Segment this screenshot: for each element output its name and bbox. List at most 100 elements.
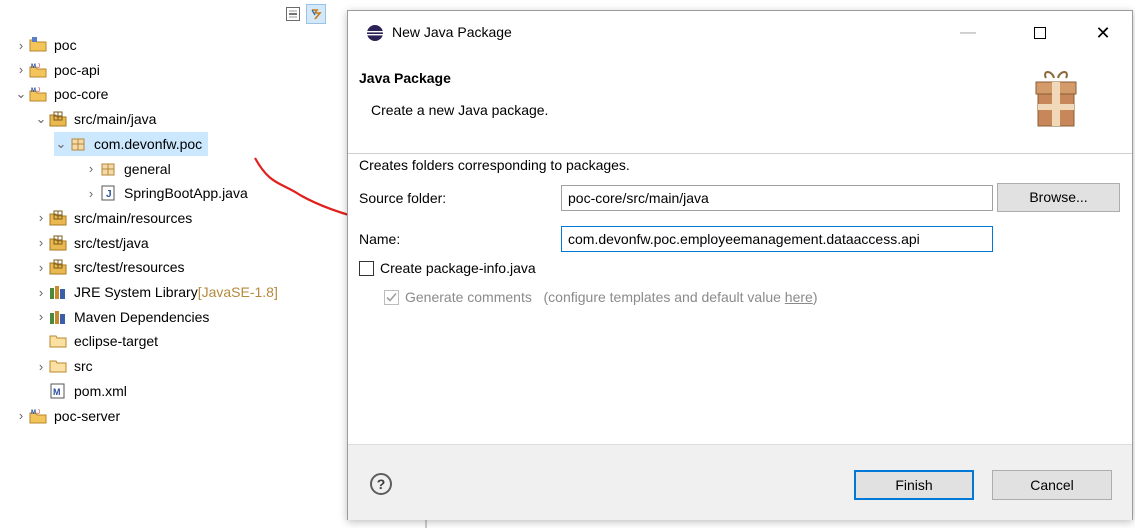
tree-item[interactable]: › poc [14,33,77,57]
chevron-right-icon[interactable]: › [34,210,48,225]
create-package-info-label: Create package-info.java [380,260,536,276]
dialog-titlebar[interactable]: New Java Package — ✕ [348,11,1132,55]
chevron-right-icon[interactable]: › [84,161,98,176]
tree-item[interactable]: eclipse-target [34,329,158,353]
chevron-right-icon[interactable]: › [34,359,48,374]
generate-comments-note: (configure templates and default value [543,289,785,305]
tree-item-label: SpringBootApp.java [124,185,248,202]
tree-item[interactable]: › src/test/java [34,231,149,255]
generate-comments-close: ) [812,289,818,305]
chevron-right-icon[interactable]: › [14,38,28,53]
tree-item[interactable]: › JRE System Library [JavaSE-1.8] [34,280,278,304]
checkmark-icon [386,292,397,302]
banner-subtitle: Create a new Java package. [371,102,549,118]
tree-item-label: eclipse-target [74,333,159,350]
maximize-button[interactable] [1020,21,1060,45]
banner-title: Java Package [359,70,451,86]
source-folder-field[interactable]: poc-core/src/main/java [561,185,993,211]
name-label: Name: [359,231,401,247]
chevron-down-icon[interactable]: ⌄ [54,136,68,152]
tree-item[interactable]: ⌄ com.devonfw.poc [54,131,209,156]
library-icon [48,283,68,301]
tree-item[interactable]: › src [34,354,93,378]
chevron-right-icon[interactable]: › [34,309,48,324]
package-explorer: › poc › M Jpoc-api ⌄ M Jpoc-core ⌄ src/main/java ⌄… [0,0,345,528]
tree-item[interactable]: › general [84,157,171,181]
source-folder-icon [48,234,68,252]
dialog-footer: ? Finish Cancel [348,444,1132,520]
maven-project-icon: MJ [28,61,48,79]
tree-item[interactable]: › src/test/resources [34,255,185,279]
collapse-all-icon[interactable] [283,4,303,24]
generate-comments-checkbox [384,290,399,305]
library-icon [48,308,68,326]
tree-item-label: src/test/resources [74,259,185,276]
chevron-right-icon[interactable]: › [84,186,98,201]
tree-item-label: JRE System Library [74,284,198,300]
link-with-editor-icon[interactable] [306,4,326,24]
svg-text:J: J [37,410,40,416]
close-button[interactable]: ✕ [1083,21,1123,45]
package-wizard-icon [1035,71,1077,127]
tree-item[interactable]: › M Jpoc-server [14,404,120,428]
eclipse-icon [367,25,383,41]
wizard-banner: Java Package Create a new Java package. [348,55,1132,154]
configure-templates-link[interactable]: here [785,289,813,305]
tree-item[interactable]: › src/main/resources [34,206,192,230]
name-field[interactable]: com.devonfw.poc.employeemanagement.dataa… [561,226,993,252]
svg-text:J: J [37,88,40,94]
new-java-package-dialog: New Java Package — ✕ Java Package Create… [347,10,1133,520]
chevron-down-icon[interactable]: ⌄ [14,86,28,102]
svg-text:J: J [106,189,112,200]
svg-text:M: M [31,64,36,70]
tree-item-label: poc-api [54,61,100,78]
chevron-down-icon[interactable]: ⌄ [34,111,48,127]
svg-text:J: J [37,64,40,70]
tree-item-label: poc [54,37,77,53]
chevron-right-icon[interactable]: › [14,62,28,77]
dialog-title: New Java Package [392,24,512,40]
chevron-right-icon[interactable]: › [34,235,48,250]
wizard-description: Creates folders corresponding to package… [359,157,630,173]
tree-item-suffix: [JavaSE-1.8] [197,284,278,300]
chevron-right-icon[interactable]: › [34,260,48,275]
maven-project-icon: MJ [28,85,48,103]
tree-item[interactable]: ⌄ M Jpoc-core [14,82,109,106]
tree-item[interactable]: Mpom.xml [34,379,127,403]
explorer-toolbar [0,0,345,30]
tree-item-label: src/main/resources [74,209,193,226]
folder-icon [48,332,68,350]
tree-item[interactable]: › M Jpoc-api [14,58,100,82]
svg-text:M: M [31,410,36,416]
package-icon [68,135,88,153]
tree-item[interactable]: ⌄ src/main/java [34,107,157,131]
minimize-button[interactable]: — [948,21,988,45]
chevron-right-icon[interactable]: › [14,408,28,423]
svg-text:M: M [53,387,61,397]
tree-item-label: src [74,358,93,375]
tree-item-label: general [124,160,171,177]
source-folder-icon [48,209,68,227]
tree-item-label: poc-server [54,407,121,424]
source-folder-icon [48,258,68,276]
tree-item-label: pom.xml [74,382,127,399]
tree-item-label: src/main/java [74,111,157,128]
generate-comments-label: Generate comments [405,289,532,305]
chevron-right-icon[interactable]: › [34,285,48,300]
maven-file-icon: M [48,382,68,400]
finish-button[interactable]: Finish [854,470,974,500]
cancel-button[interactable]: Cancel [992,470,1112,500]
tree-item-label: Maven Dependencies [74,308,210,325]
help-button[interactable]: ? [370,473,392,495]
folder-icon [48,357,68,375]
tree-item-label: poc-core [54,86,109,103]
svg-text:M: M [31,88,36,94]
create-package-info-checkbox[interactable] [359,261,374,276]
browse-button[interactable]: Browse... [997,183,1120,212]
tree-item[interactable]: › J SpringBootApp.java [84,181,248,205]
maximize-icon [1034,27,1046,39]
package-icon [98,160,118,178]
source-folder-icon [48,110,68,128]
generate-comments-row: Generate comments (configure templates a… [405,289,817,305]
tree-item[interactable]: › Maven Dependencies [34,305,210,329]
